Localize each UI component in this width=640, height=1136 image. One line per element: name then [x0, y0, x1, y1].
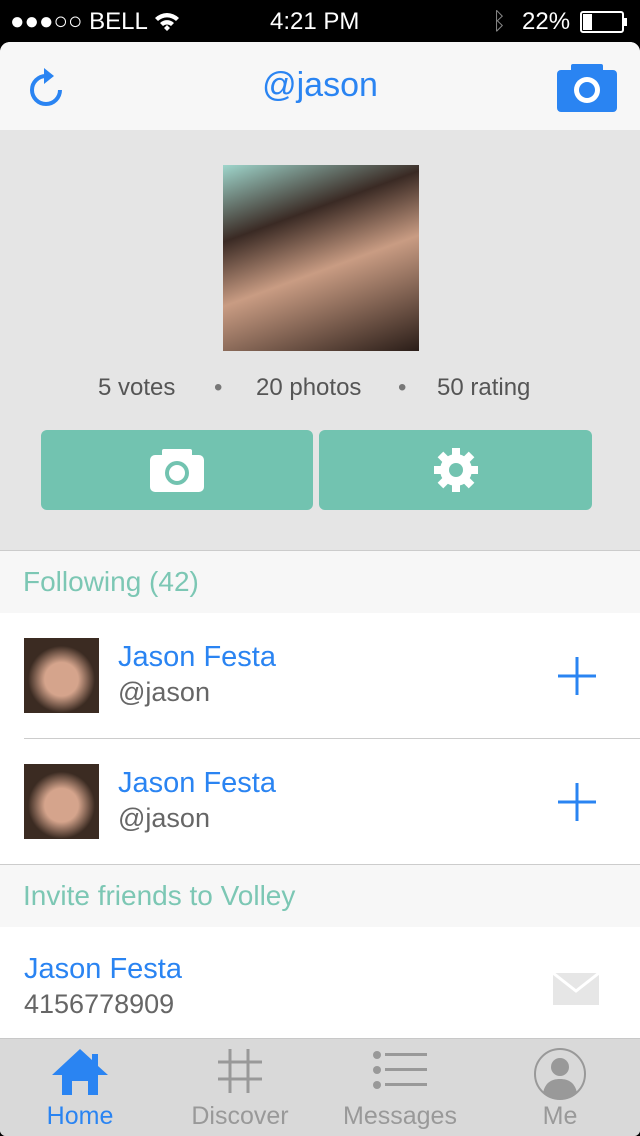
- hashtag-icon: [218, 1049, 262, 1093]
- list-item[interactable]: Jason Festa @jason: [0, 613, 640, 739]
- tab-home[interactable]: Home: [0, 1039, 160, 1136]
- separator: •: [398, 374, 407, 401]
- list-icon: [373, 1051, 427, 1089]
- photos-count: 20 photos: [256, 374, 362, 401]
- user-handle: @jason: [118, 803, 210, 833]
- status-bar: ●●●○○ BELL 4:21 PM ᛒ 22%: [0, 0, 640, 42]
- tab-label: Messages: [343, 1102, 457, 1130]
- contact-phone: 4156778909: [24, 989, 175, 1019]
- camera-icon: [150, 449, 204, 492]
- camera-icon[interactable]: [557, 62, 617, 117]
- take-photo-button[interactable]: [41, 430, 313, 510]
- home-icon: [52, 1049, 108, 1095]
- page-title: @jason: [262, 66, 378, 104]
- rating-count: 50 rating: [437, 374, 531, 401]
- plus-icon[interactable]: [558, 783, 596, 821]
- bluetooth-icon: ᛒ: [492, 8, 507, 35]
- invite-header: Invite friends to Volley: [0, 865, 640, 927]
- nav-bar: @jason: [0, 42, 640, 130]
- user-icon: [534, 1048, 586, 1100]
- tab-label: Home: [46, 1102, 114, 1130]
- votes-count: 5 votes: [98, 374, 176, 401]
- tab-discover[interactable]: Discover: [160, 1039, 320, 1136]
- mail-icon[interactable]: [553, 973, 599, 1005]
- tab-me[interactable]: Me: [480, 1039, 640, 1136]
- tab-label: Discover: [191, 1102, 289, 1130]
- user-handle: @jason: [118, 677, 210, 707]
- following-header: Following (42): [0, 551, 640, 613]
- tab-messages[interactable]: Messages: [320, 1039, 480, 1136]
- user-name: Jason Festa: [118, 767, 276, 799]
- avatar: [24, 638, 99, 713]
- tab-bar: Home Discover Messages Me: [0, 1038, 640, 1136]
- plus-icon[interactable]: [558, 657, 596, 695]
- separator: •: [214, 374, 223, 401]
- user-name: Jason Festa: [118, 641, 276, 673]
- carrier: ●●●○○ BELL: [10, 8, 148, 35]
- list-item[interactable]: Jason Festa @jason: [0, 739, 640, 865]
- list-item[interactable]: Jason Festa 4156778909: [0, 927, 640, 1039]
- time: 4:21 PM: [270, 8, 360, 35]
- battery-icon: [580, 11, 628, 40]
- profile-header: 5 votes • 20 photos • 50 rating: [0, 130, 640, 551]
- gear-icon: [433, 448, 478, 492]
- battery-percent: 22%: [522, 8, 571, 35]
- profile-photo[interactable]: [223, 165, 419, 351]
- tab-label: Me: [542, 1102, 578, 1130]
- contact-name: Jason Festa: [24, 953, 182, 985]
- settings-button[interactable]: [319, 430, 592, 510]
- wifi-icon: [154, 10, 180, 39]
- avatar: [24, 764, 99, 839]
